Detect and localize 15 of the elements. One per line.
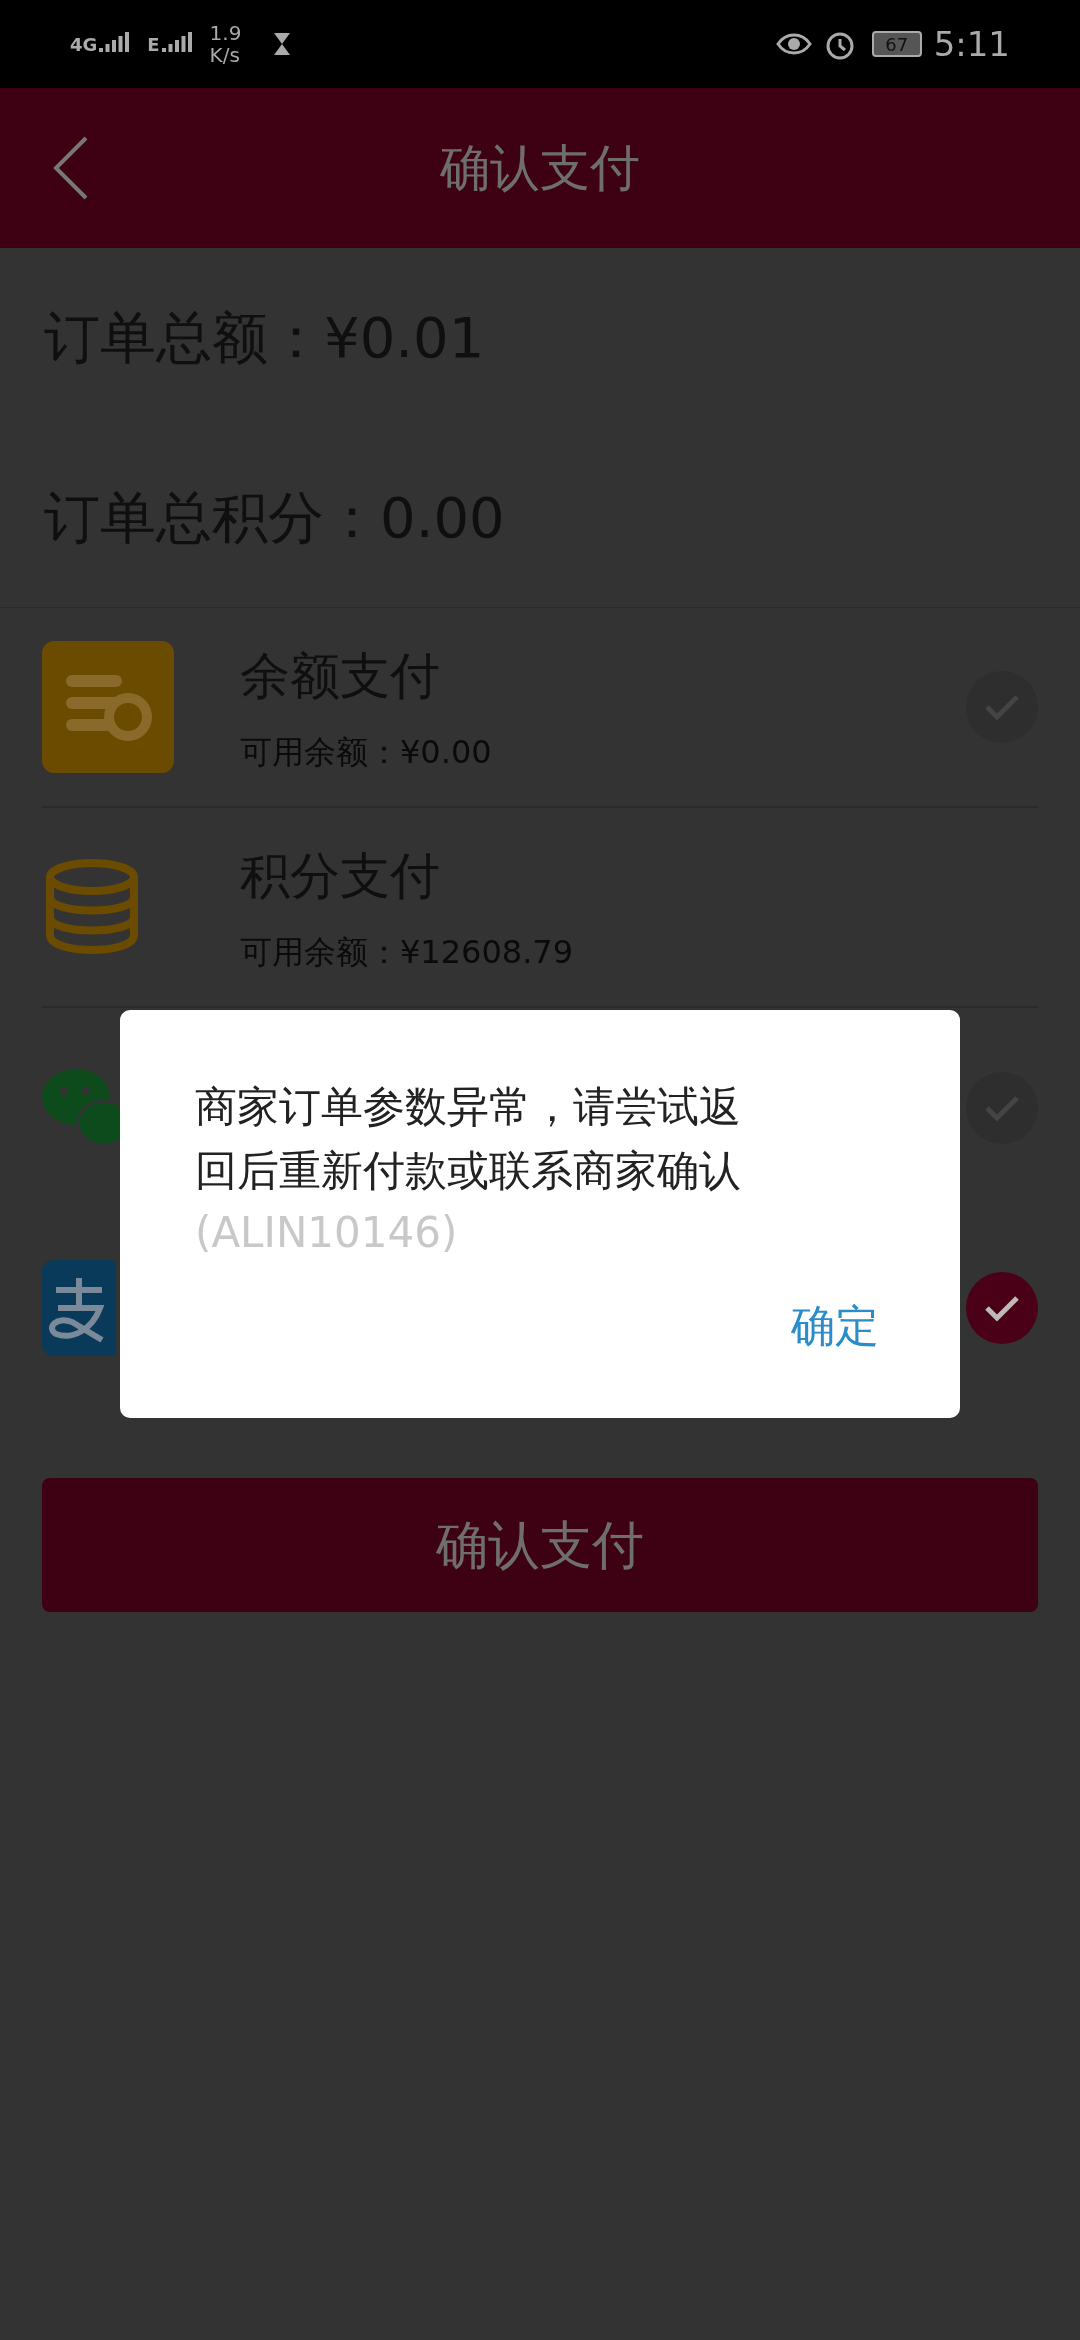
network-type: E xyxy=(147,32,160,57)
network-type: 4G xyxy=(70,32,98,57)
ok-button[interactable]: 确定 xyxy=(785,1293,885,1359)
eye-icon xyxy=(775,31,812,57)
payment-app-icon xyxy=(42,1260,116,1356)
hourglass-icon xyxy=(273,32,292,56)
dialog-message: 商家订单参数异常，请尝试返回后重新付款或联系商家确认 xyxy=(195,1081,742,1197)
check-icon xyxy=(984,1294,1020,1322)
speed-unit: K/s xyxy=(209,44,241,66)
wallet-icon xyxy=(42,641,174,773)
clock: 5:11 xyxy=(933,22,1010,66)
page-title: 确认支付 xyxy=(440,137,640,199)
speed-value: 1.9 xyxy=(209,22,242,44)
confirm-pay-button[interactable]: 确认支付 xyxy=(42,1478,1038,1612)
battery-indicator: 67 xyxy=(871,31,922,57)
